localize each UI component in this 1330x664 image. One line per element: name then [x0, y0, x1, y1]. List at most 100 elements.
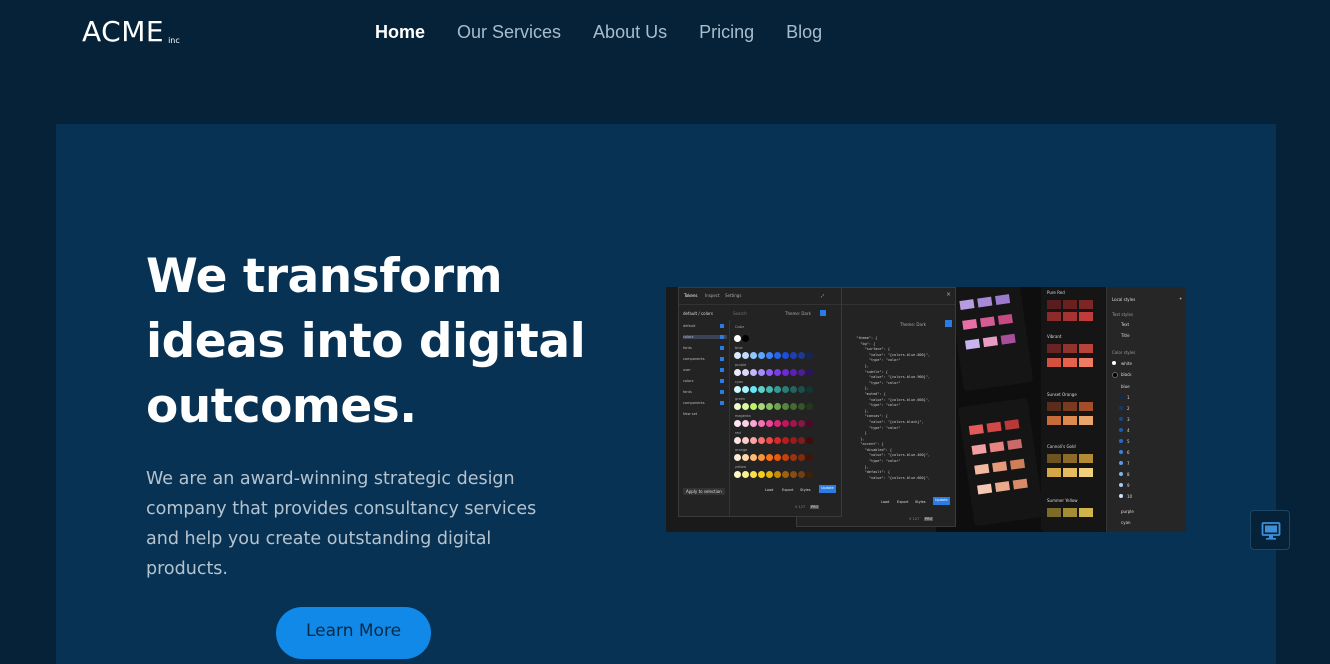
card-title: Summer Yellow [1047, 498, 1078, 503]
export-button[interactable]: Export [782, 488, 793, 492]
brand-name: ACME [82, 15, 165, 48]
color-swatch [1119, 417, 1123, 421]
set-checkbox[interactable] [720, 379, 724, 383]
color-swatch [1119, 450, 1123, 454]
token-set-selector[interactable]: default / colors [683, 311, 713, 316]
set-checkbox[interactable] [720, 346, 724, 350]
color-style-item[interactable]: 7 [1127, 461, 1130, 466]
color-swatch-row[interactable] [734, 369, 813, 376]
color-swatch-row[interactable] [734, 471, 813, 478]
color-row-label: cyan [735, 380, 744, 384]
set-checkbox[interactable] [720, 324, 724, 328]
color-swatch [1119, 439, 1123, 443]
update-button[interactable]: Update [819, 485, 836, 493]
color-style-item[interactable]: 8 [1127, 472, 1130, 477]
styles-button[interactable]: Styles [915, 500, 926, 504]
card-title: Cannoli's Gold [1047, 444, 1076, 449]
export-button[interactable]: Export [897, 500, 908, 504]
color-style-group[interactable]: blue [1121, 384, 1130, 389]
load-button[interactable]: Load [881, 500, 889, 504]
card-title: Vibrant [1047, 334, 1062, 339]
brand-logo[interactable]: ACME inc [82, 15, 180, 49]
color-style-item[interactable]: 3 [1127, 417, 1130, 422]
top-navigation: ACME inc Home Our Services About Us Pric… [0, 0, 1330, 70]
color-swatch [1112, 372, 1118, 378]
color-style-item[interactable]: 10 [1127, 494, 1132, 499]
learn-more-button[interactable]: Learn More [276, 607, 431, 659]
color-swatch [1119, 395, 1123, 399]
token-sets-sidebar: default colors fonts components user col… [679, 320, 730, 516]
color-style-item[interactable]: white [1121, 361, 1132, 366]
tokens-plugin-window: Tokens Inspect Settings ⤢ default / colo… [678, 287, 842, 517]
load-button[interactable]: Load [765, 488, 773, 492]
tab-settings[interactable]: Settings [725, 293, 741, 298]
color-swatch [1119, 494, 1123, 498]
color-row-label: yellow [735, 465, 747, 469]
color-row-label: blue [735, 346, 743, 350]
set-checkbox[interactable] [720, 357, 724, 361]
color-style-group[interactable]: purple [1121, 509, 1134, 514]
color-style-item[interactable]: 4 [1127, 428, 1130, 433]
hero-section: We transform ideas into digital outcomes… [56, 124, 1276, 664]
color-swatch [1119, 483, 1123, 487]
nav-link-pricing[interactable]: Pricing [699, 20, 754, 44]
close-icon[interactable]: × [946, 291, 951, 298]
color-swatch-row[interactable] [734, 420, 813, 427]
color-style-item[interactable]: 1 [1127, 395, 1130, 400]
color-style-item[interactable]: 2 [1127, 406, 1130, 411]
nav-link-about-us[interactable]: About Us [593, 20, 667, 44]
tab-tokens[interactable]: Tokens [684, 293, 697, 298]
new-set-button[interactable]: New set [683, 412, 727, 416]
tab-inspect[interactable]: Inspect [705, 293, 720, 298]
add-style-icon[interactable]: + [1179, 296, 1182, 301]
color-style-item[interactable]: 9 [1127, 483, 1130, 488]
desktop-monitor-icon [1261, 522, 1281, 540]
brand-suffix: inc [168, 36, 180, 45]
text-style-item[interactable]: Text [1121, 322, 1129, 327]
json-editor[interactable]: "theme": { "bg": { "surface": { "value":… [852, 336, 930, 481]
nav-link-home[interactable]: Home [375, 20, 425, 44]
list-view-icon[interactable] [820, 310, 826, 316]
color-swatch-row[interactable] [734, 454, 813, 461]
update-button[interactable]: Update [933, 497, 950, 505]
theme-selector[interactable]: Theme: Dark [785, 311, 811, 316]
token-search-input[interactable]: Search [733, 311, 747, 316]
color-swatch-row[interactable] [734, 386, 813, 393]
color-swatch [1119, 406, 1123, 410]
nav-link-our-services[interactable]: Our Services [457, 20, 561, 44]
color-row-label: red [735, 431, 741, 435]
color-swatch [1119, 428, 1123, 432]
style-card: Pure Red Vibrant Sunset Orange Cannoli's… [1041, 287, 1106, 532]
text-styles-title: Text styles [1112, 312, 1134, 317]
style-card [948, 287, 1034, 392]
color-style-item[interactable]: 6 [1127, 450, 1130, 455]
product-screenshot: Pure Red Vibrant Sunset Orange Cannoli's… [666, 287, 1186, 532]
local-styles-panel: Local styles + Text styles Text Title Co… [1106, 287, 1186, 532]
apply-to-selection-dropdown[interactable]: Apply to selection [683, 488, 725, 495]
color-swatch [1119, 472, 1123, 476]
set-checkbox[interactable] [720, 401, 724, 405]
color-style-group[interactable]: cyan [1121, 520, 1131, 525]
nav-link-blog[interactable]: Blog [786, 20, 822, 44]
color-group-title: Color [735, 325, 745, 329]
card-title: Sunset Orange [1047, 392, 1077, 397]
color-swatch [1112, 361, 1116, 365]
theme-selector[interactable]: Theme: Dark [900, 322, 926, 327]
expand-icon[interactable]: ⤢ [821, 293, 824, 298]
color-swatch-row [734, 335, 749, 342]
hero-subtext: We are an award-winning strategic design… [146, 469, 537, 579]
json-view-toggle-icon[interactable] [945, 320, 952, 327]
set-checkbox[interactable] [720, 390, 724, 394]
color-swatch-row[interactable] [734, 352, 813, 359]
set-checkbox[interactable] [720, 368, 724, 372]
color-row-label: purple [735, 363, 747, 367]
pro-badge: PRO [810, 505, 820, 509]
set-checkbox[interactable] [720, 335, 724, 339]
styles-button[interactable]: Styles [800, 488, 811, 492]
color-swatch-row[interactable] [734, 403, 813, 410]
color-style-item[interactable]: 5 [1127, 439, 1130, 444]
text-style-item[interactable]: Title [1121, 333, 1130, 338]
device-preview-button[interactable] [1250, 510, 1290, 550]
color-swatch-row[interactable] [734, 437, 813, 444]
color-style-item[interactable]: black [1121, 372, 1132, 377]
